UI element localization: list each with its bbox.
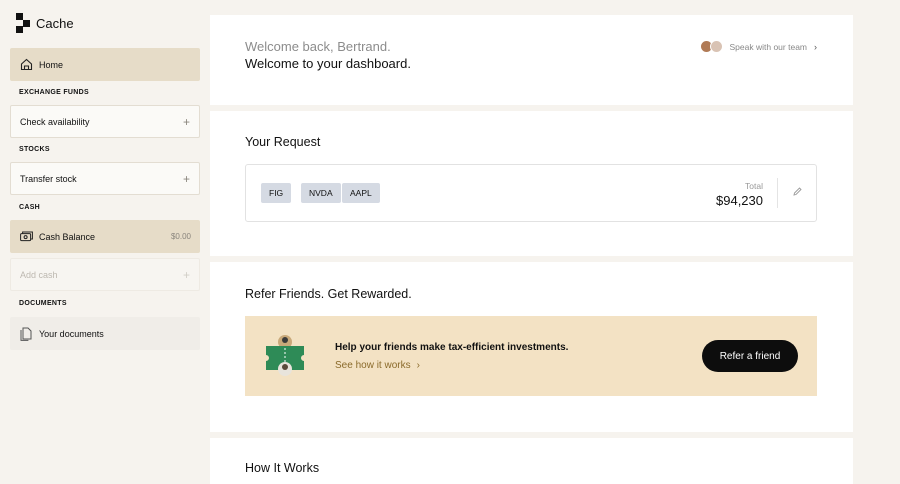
app-name: Cache: [36, 15, 74, 31]
team-avatars: [699, 40, 723, 53]
logo-mark-icon: [16, 13, 30, 33]
sidebar-item-label: Check availability: [20, 116, 90, 127]
section-label-cash: CASH: [19, 204, 41, 211]
refer-card: Refer Friends. Get Rewarded. Help your f…: [210, 262, 853, 432]
request-card: Your Request FIG NVDA AAPL Total $94,230: [210, 111, 853, 256]
documents-icon: [19, 327, 33, 341]
home-icon: [19, 58, 33, 72]
how-it-works-card: How It Works: [210, 438, 853, 484]
request-summary: FIG NVDA AAPL Total $94,230: [245, 164, 817, 222]
sidebar: Cache Home EXCHANGE FUNDS Check availabi…: [0, 0, 210, 484]
sidebar-item-home[interactable]: Home: [10, 48, 200, 81]
sidebar-item-check-availability[interactable]: Check availability +: [10, 105, 200, 138]
chevron-right-icon: ›: [416, 360, 420, 371]
see-how-it-works-link[interactable]: See how it works ›: [335, 360, 420, 371]
app-logo[interactable]: Cache: [16, 13, 74, 33]
request-title: Your Request: [245, 135, 321, 149]
refer-headline: Help your friends make tax-efficient inv…: [335, 342, 569, 353]
plus-icon: +: [182, 171, 190, 186]
avatar: [709, 40, 723, 53]
sidebar-item-label: Your documents: [39, 328, 104, 339]
refer-banner: Help your friends make tax-efficient inv…: [245, 316, 817, 396]
ticker-tag: NVDA: [301, 183, 341, 203]
speak-with-team-link[interactable]: Speak with our team ›: [699, 40, 817, 53]
section-label-exchange-funds: EXCHANGE FUNDS: [19, 89, 89, 96]
divider: [777, 178, 778, 208]
sidebar-item-label: Home: [39, 59, 64, 70]
see-how-label: See how it works: [335, 360, 411, 371]
team-link-label: Speak with our team: [729, 41, 807, 52]
sidebar-item-label: Add cash: [20, 269, 58, 280]
plus-icon: +: [182, 114, 190, 129]
sidebar-item-documents[interactable]: Your documents: [10, 317, 200, 350]
pencil-icon[interactable]: [793, 187, 802, 199]
sidebar-item-label: Transfer stock: [20, 173, 77, 184]
section-label-documents: DOCUMENTS: [19, 300, 67, 307]
refer-a-friend-button[interactable]: Refer a friend: [702, 340, 798, 372]
sidebar-item-cash-balance[interactable]: Cash Balance $0.00: [10, 220, 200, 253]
cash-balance-value: $0.00: [170, 232, 191, 241]
ticket-illustration: [265, 334, 307, 378]
total-value: $94,230: [716, 193, 763, 208]
ticker-tag: AAPL: [342, 183, 380, 203]
sidebar-item-label: Cash Balance: [39, 231, 96, 242]
sidebar-item-transfer-stock[interactable]: Transfer stock +: [10, 162, 200, 195]
refer-title: Refer Friends. Get Rewarded.: [245, 287, 412, 301]
total-label: Total: [745, 181, 763, 191]
welcome-subtitle: Welcome to your dashboard.: [245, 56, 411, 71]
chevron-right-icon: ›: [814, 41, 817, 52]
sidebar-item-add-cash[interactable]: Add cash +: [10, 258, 200, 291]
section-label-stocks: STOCKS: [19, 146, 50, 153]
welcome-card: Welcome back, Bertrand. Welcome to your …: [210, 15, 853, 105]
plus-icon: +: [182, 267, 190, 282]
how-it-works-title: How It Works: [245, 461, 320, 475]
cash-icon: [19, 230, 33, 244]
welcome-greeting: Welcome back, Bertrand.: [245, 39, 391, 54]
ticker-tag: FIG: [261, 183, 292, 203]
